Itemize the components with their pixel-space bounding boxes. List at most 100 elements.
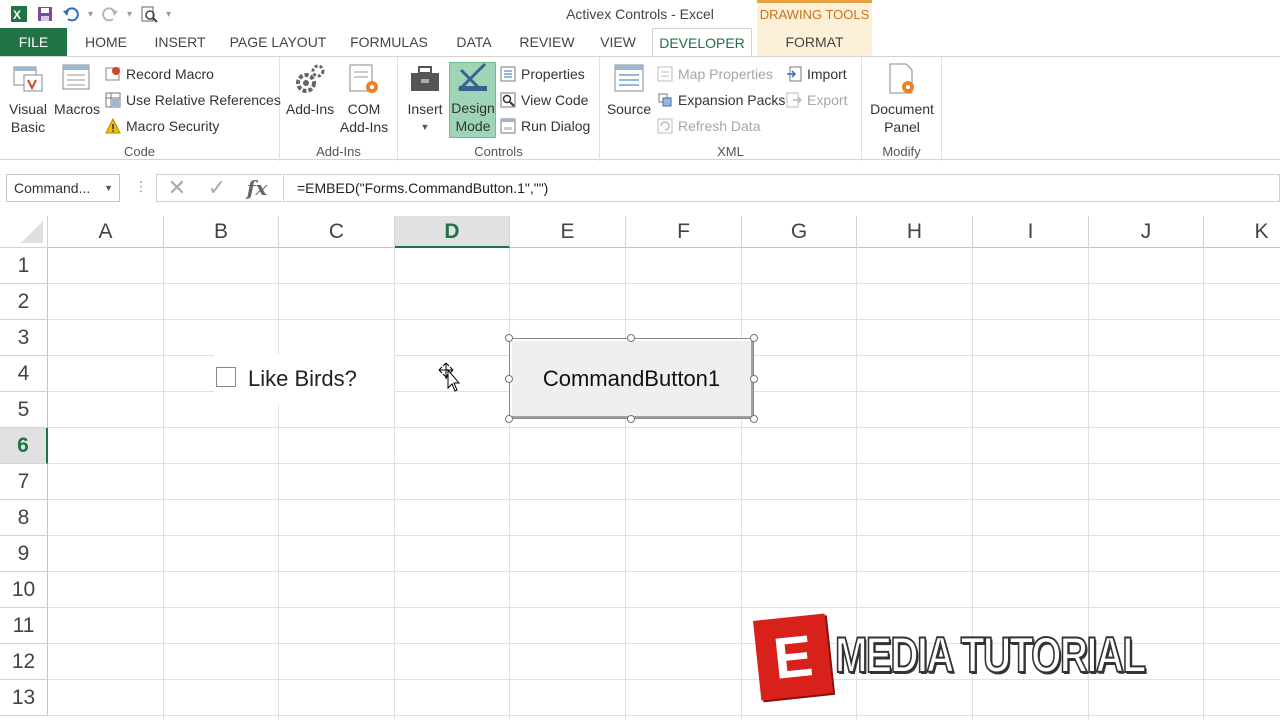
document-panel-label-1: Document <box>870 101 934 117</box>
tab-insert[interactable]: INSERT <box>148 28 212 56</box>
tab-format[interactable]: FORMAT <box>757 28 872 56</box>
column-header-e[interactable]: E <box>510 216 626 248</box>
row-header-4[interactable]: 4 <box>0 356 48 392</box>
view-code-button[interactable]: View Code <box>500 89 588 111</box>
select-all-button[interactable] <box>0 216 48 248</box>
row-header-3[interactable]: 3 <box>0 320 48 356</box>
column-header-j[interactable]: J <box>1089 216 1204 248</box>
document-panel-icon <box>889 63 914 94</box>
column-header-k[interactable]: K <box>1204 216 1280 248</box>
tab-developer[interactable]: DEVELOPER <box>652 28 752 57</box>
xml-source-button[interactable]: Source <box>606 61 652 118</box>
export-button: Export <box>786 89 847 111</box>
column-header-b[interactable]: B <box>164 216 279 248</box>
checkbox-box[interactable] <box>216 367 236 387</box>
like-birds-checkbox-control[interactable]: Like Birds? <box>214 354 394 404</box>
add-ins-gear-icon <box>296 64 325 93</box>
tab-data[interactable]: DATA <box>446 28 502 56</box>
row-header-7[interactable]: 7 <box>0 464 48 500</box>
refresh-data-label: Refresh Data <box>678 118 761 134</box>
com-add-ins-icon <box>349 64 378 93</box>
tab-home[interactable]: HOME <box>76 28 136 56</box>
add-ins-button[interactable]: Add-Ins <box>285 61 335 118</box>
resize-handle-right[interactable] <box>750 375 758 383</box>
visual-basic-label-1: Visual <box>9 101 47 117</box>
row-header-5[interactable]: 5 <box>0 392 48 428</box>
warning-icon <box>105 118 121 134</box>
toolbox-icon <box>411 66 439 91</box>
column-header-f[interactable]: F <box>626 216 742 248</box>
add-ins-label: Add-Ins <box>285 101 335 117</box>
design-mode-button-active[interactable]: Design Mode <box>450 60 496 135</box>
row-header-1[interactable]: 1 <box>0 248 48 284</box>
row-header-13[interactable]: 13 <box>0 680 48 716</box>
tab-review[interactable]: REVIEW <box>514 28 580 56</box>
enter-check-icon[interactable]: ✓ <box>197 175 237 201</box>
column-header-d[interactable]: D <box>395 216 510 248</box>
row-header-9[interactable]: 9 <box>0 536 48 572</box>
resize-handle-top-left[interactable] <box>505 334 513 342</box>
resize-handle-left[interactable] <box>505 375 513 383</box>
resize-handle-top-right[interactable] <box>750 334 758 342</box>
resize-handle-bottom-left[interactable] <box>505 415 513 423</box>
column-header-c[interactable]: C <box>279 216 395 248</box>
map-properties-icon <box>657 66 673 82</box>
tab-page-layout[interactable]: PAGE LAYOUT <box>224 28 332 56</box>
cancel-icon[interactable]: ✕ <box>157 175 197 201</box>
visual-basic-label-2: Basic <box>10 119 46 135</box>
title-bar: X ▾ ▾ ▾ Activex Controls - Excel <box>0 0 1280 28</box>
name-box-value: Command... <box>14 180 91 196</box>
refresh-data-button: Refresh Data <box>657 115 760 137</box>
macro-security-button[interactable]: Macro Security <box>105 115 219 137</box>
properties-button[interactable]: Properties <box>500 63 585 85</box>
name-box[interactable]: Command... ▼ <box>6 174 120 202</box>
record-macro-button[interactable]: Record Macro <box>105 63 214 85</box>
row-header-6[interactable]: 6 <box>0 428 48 464</box>
resize-handle-top[interactable] <box>627 334 635 342</box>
column-header-i[interactable]: I <box>973 216 1089 248</box>
row-header-8[interactable]: 8 <box>0 500 48 536</box>
gridline-horizontal <box>48 283 1280 284</box>
context-tab-title: DRAWING TOOLS <box>759 7 870 22</box>
tab-view[interactable]: VIEW <box>592 28 644 56</box>
visual-basic-icon <box>13 66 43 92</box>
run-dialog-button[interactable]: Run Dialog <box>500 115 590 137</box>
column-header-a[interactable]: A <box>48 216 164 248</box>
expansion-packs-button[interactable]: Expansion Packs <box>657 89 785 111</box>
insert-function-icon[interactable]: fx <box>237 176 277 200</box>
design-mode-active-label-2: Mode <box>455 118 491 134</box>
row-header-12[interactable]: 12 <box>0 644 48 680</box>
name-box-dropdown-icon[interactable]: ▼ <box>104 175 113 201</box>
group-label-modify: Modify <box>882 144 921 159</box>
properties-label: Properties <box>521 66 585 82</box>
column-header-g[interactable]: G <box>742 216 857 248</box>
export-label: Export <box>807 92 848 108</box>
insert-control-button[interactable]: Insert ▼ <box>404 61 446 136</box>
document-panel-button[interactable]: Document Panel <box>866 61 938 136</box>
gridline-horizontal <box>48 607 1280 608</box>
visual-basic-button[interactable]: Visual Basic <box>6 61 50 136</box>
row-header-10[interactable]: 10 <box>0 572 48 608</box>
resize-handle-bottom[interactable] <box>627 415 635 423</box>
macros-button[interactable]: Macros <box>54 61 100 118</box>
ribbon-tabs: FILE HOME INSERT PAGE LAYOUT FORMULAS DA… <box>0 28 1280 57</box>
resize-handle-bottom-right[interactable] <box>750 415 758 423</box>
column-header-h[interactable]: H <box>857 216 973 248</box>
refresh-data-icon <box>657 118 673 134</box>
formula-bar-resize-handle[interactable]: ⋮ <box>134 178 148 195</box>
tab-file[interactable]: FILE <box>0 28 67 56</box>
design-mode-active-label-1: Design <box>451 100 495 116</box>
tab-formulas[interactable]: FORMULAS <box>344 28 434 56</box>
import-button[interactable]: Import <box>786 63 847 85</box>
gridline-horizontal <box>48 715 1280 716</box>
command-button[interactable]: CommandButton1 <box>509 338 754 419</box>
com-add-ins-button[interactable]: COM Add-Ins <box>338 61 390 136</box>
record-macro-label: Record Macro <box>126 66 214 82</box>
gridline-horizontal <box>48 427 1280 428</box>
row-header-11[interactable]: 11 <box>0 608 48 644</box>
xml-source-icon <box>614 64 644 92</box>
group-code: Visual Basic Macros Record Macro Use Rel… <box>0 57 281 161</box>
formula-input[interactable]: =EMBED("Forms.CommandButton.1","") <box>283 174 1280 202</box>
use-relative-references-button[interactable]: Use Relative References <box>105 89 281 111</box>
row-header-2[interactable]: 2 <box>0 284 48 320</box>
